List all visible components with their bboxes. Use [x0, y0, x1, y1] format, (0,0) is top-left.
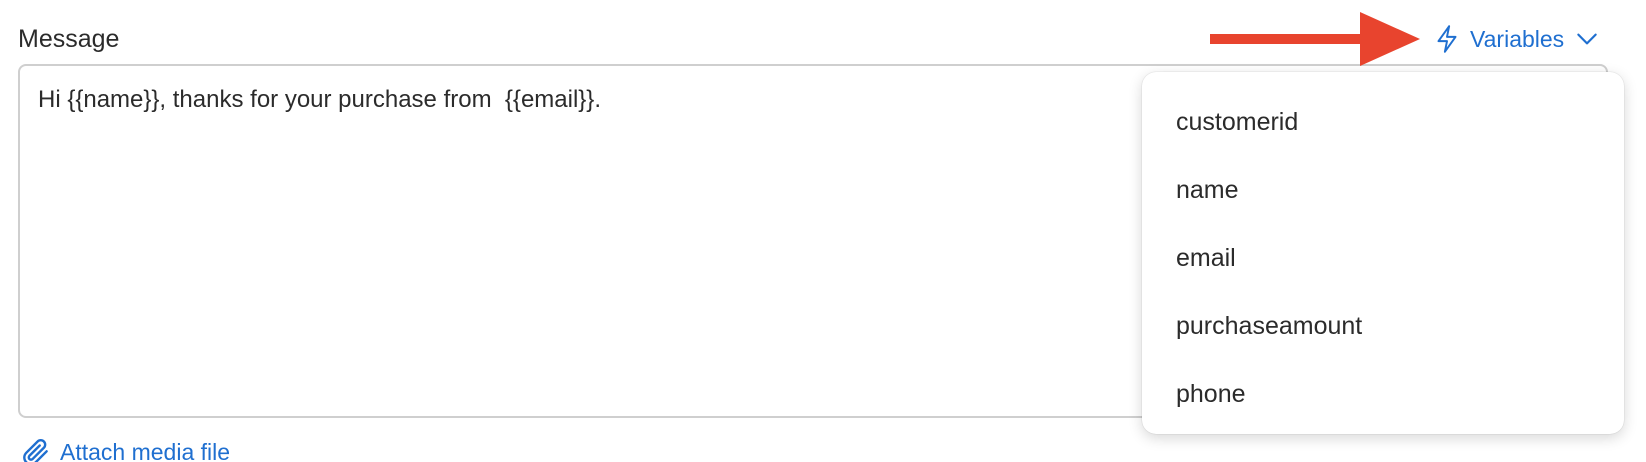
variable-item-phone[interactable]: phone — [1142, 360, 1624, 428]
variable-item-purchaseamount[interactable]: purchaseamount — [1142, 292, 1624, 360]
variable-item-email[interactable]: email — [1142, 224, 1624, 292]
variables-label: Variables — [1470, 26, 1565, 52]
lightning-icon — [1437, 25, 1457, 53]
attach-media-label: Attach media file — [60, 439, 231, 462]
message-editor: Message Hi {{name}}, thanks for your pur… — [0, 0, 1646, 462]
message-text[interactable]: Hi {{name}}, thanks for your purchase fr… — [38, 84, 601, 116]
message-label: Message — [18, 25, 120, 53]
variables-dropdown-button[interactable]: Variables — [1434, 22, 1600, 56]
variable-item-name[interactable]: name — [1142, 156, 1624, 224]
attach-media-link[interactable]: Attach media file — [20, 436, 230, 462]
variables-menu: customerid name email purchaseamount pho… — [1142, 72, 1624, 434]
chevron-down-icon — [1577, 33, 1597, 45]
paperclip-icon — [23, 438, 48, 462]
arrow-right-icon — [1210, 12, 1420, 66]
variable-item-customerid[interactable]: customerid — [1142, 88, 1624, 156]
